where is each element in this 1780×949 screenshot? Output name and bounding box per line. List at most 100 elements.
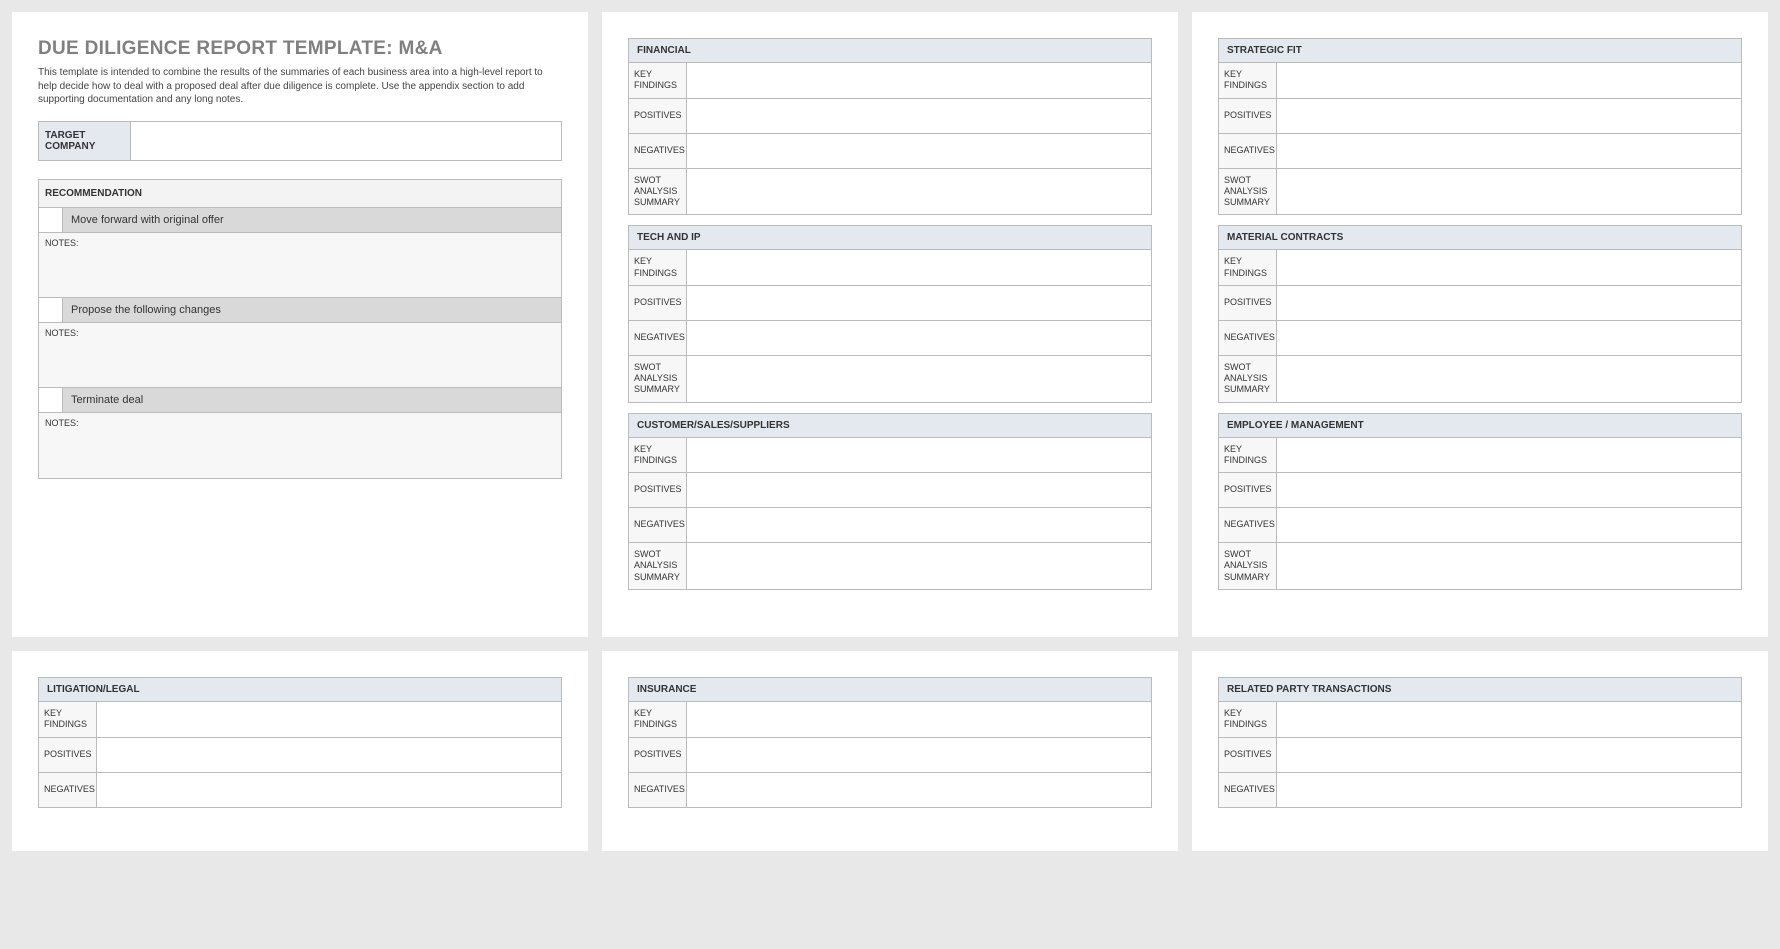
section-related-party-transactions: RELATED PARTY TRANSACTIONS KEY FINDINGS … (1218, 677, 1742, 808)
section-material-contracts: MATERIAL CONTRACTS KEY FINDINGS POSITIVE… (1218, 225, 1742, 402)
row-value[interactable] (97, 702, 561, 737)
target-company-label: TARGET COMPANY (39, 122, 131, 160)
target-company-row: TARGET COMPANY (38, 121, 562, 161)
notes-field[interactable] (39, 430, 561, 478)
page-sections-5: RELATED PARTY TRANSACTIONS KEY FINDINGS … (1192, 651, 1768, 851)
section-financial: FINANCIAL KEY FINDINGS POSITIVES NEGATIV… (628, 38, 1152, 215)
recommendation-option: Propose the following changes (39, 298, 561, 323)
row-value[interactable] (687, 356, 1151, 402)
section-header: FINANCIAL (629, 39, 1151, 63)
row-value[interactable] (1277, 169, 1741, 215)
row-label-key-findings: KEY FINDINGS (1219, 250, 1277, 285)
row-label-swot: SWOT ANALYSIS SUMMARY (629, 543, 687, 589)
row-label-negatives: NEGATIVES (1219, 773, 1277, 807)
row-value[interactable] (687, 543, 1151, 589)
row-label-negatives: NEGATIVES (629, 508, 687, 542)
row-value[interactable] (687, 286, 1151, 320)
row-label-key-findings: KEY FINDINGS (629, 63, 687, 98)
page-intro: DUE DILIGENCE REPORT TEMPLATE: M&A This … (12, 12, 588, 637)
page-sections-2: STRATEGIC FIT KEY FINDINGS POSITIVES NEG… (1192, 12, 1768, 637)
row-value[interactable] (1277, 356, 1741, 402)
row-label-positives: POSITIVES (1219, 99, 1277, 133)
recommendation-checkbox[interactable] (39, 208, 63, 232)
notes-field[interactable] (39, 250, 561, 298)
row-value[interactable] (687, 63, 1151, 98)
row-label-negatives: NEGATIVES (629, 773, 687, 807)
row-label-key-findings: KEY FINDINGS (39, 702, 97, 737)
row-value[interactable] (1277, 738, 1741, 772)
recommendation-option-label: Move forward with original offer (63, 208, 561, 232)
row-value[interactable] (97, 773, 561, 807)
recommendation-block: RECOMMENDATION Move forward with origina… (38, 179, 562, 479)
row-value[interactable] (1277, 250, 1741, 285)
recommendation-option: Terminate deal (39, 388, 561, 413)
row-value[interactable] (687, 134, 1151, 168)
section-header: RELATED PARTY TRANSACTIONS (1219, 678, 1741, 702)
intro-text: This template is intended to combine the… (38, 66, 562, 107)
section-header: INSURANCE (629, 678, 1151, 702)
row-label-negatives: NEGATIVES (1219, 134, 1277, 168)
section-header: TECH AND IP (629, 226, 1151, 250)
row-label-positives: POSITIVES (39, 738, 97, 772)
row-label-swot: SWOT ANALYSIS SUMMARY (1219, 543, 1277, 589)
row-value[interactable] (1277, 773, 1741, 807)
row-label-key-findings: KEY FINDINGS (629, 250, 687, 285)
row-value[interactable] (97, 738, 561, 772)
notes-label: NOTES: (39, 233, 561, 250)
notes-label: NOTES: (39, 323, 561, 340)
row-value[interactable] (687, 169, 1151, 215)
target-company-value[interactable] (131, 122, 561, 160)
row-value[interactable] (1277, 543, 1741, 589)
recommendation-checkbox[interactable] (39, 388, 63, 412)
row-value[interactable] (1277, 286, 1741, 320)
row-label-swot: SWOT ANALYSIS SUMMARY (1219, 356, 1277, 402)
row-value[interactable] (1277, 473, 1741, 507)
row-value[interactable] (1277, 99, 1741, 133)
section-header: EMPLOYEE / MANAGEMENT (1219, 414, 1741, 438)
row-value[interactable] (1277, 63, 1741, 98)
row-label-key-findings: KEY FINDINGS (1219, 702, 1277, 737)
row-value[interactable] (1277, 508, 1741, 542)
row-label-positives: POSITIVES (629, 286, 687, 320)
recommendation-option-label: Terminate deal (63, 388, 561, 412)
row-label-positives: POSITIVES (629, 473, 687, 507)
page-sections-3: LITIGATION/LEGAL KEY FINDINGS POSITIVES … (12, 651, 588, 851)
row-value[interactable] (687, 473, 1151, 507)
row-value[interactable] (687, 250, 1151, 285)
page-sections-4: INSURANCE KEY FINDINGS POSITIVES NEGATIV… (602, 651, 1178, 851)
recommendation-checkbox[interactable] (39, 298, 63, 322)
row-value[interactable] (687, 438, 1151, 473)
recommendation-option-label: Propose the following changes (63, 298, 561, 322)
row-value[interactable] (687, 508, 1151, 542)
row-value[interactable] (687, 321, 1151, 355)
row-label-positives: POSITIVES (1219, 473, 1277, 507)
page-sections-1: FINANCIAL KEY FINDINGS POSITIVES NEGATIV… (602, 12, 1178, 637)
row-value[interactable] (687, 702, 1151, 737)
row-value[interactable] (687, 738, 1151, 772)
row-label-negatives: NEGATIVES (39, 773, 97, 807)
row-value[interactable] (687, 773, 1151, 807)
document-title: DUE DILIGENCE REPORT TEMPLATE: M&A (38, 38, 562, 60)
notes-label: NOTES: (39, 413, 561, 430)
section-litigation-legal: LITIGATION/LEGAL KEY FINDINGS POSITIVES … (38, 677, 562, 808)
section-strategic-fit: STRATEGIC FIT KEY FINDINGS POSITIVES NEG… (1218, 38, 1742, 215)
row-label-swot: SWOT ANALYSIS SUMMARY (1219, 169, 1277, 215)
section-header: CUSTOMER/SALES/SUPPLIERS (629, 414, 1151, 438)
row-value[interactable] (1277, 321, 1741, 355)
row-value[interactable] (687, 99, 1151, 133)
section-tech-ip: TECH AND IP KEY FINDINGS POSITIVES NEGAT… (628, 225, 1152, 402)
row-value[interactable] (1277, 438, 1741, 473)
row-label-key-findings: KEY FINDINGS (1219, 438, 1277, 473)
row-value[interactable] (1277, 134, 1741, 168)
notes-field[interactable] (39, 340, 561, 388)
row-label-positives: POSITIVES (1219, 738, 1277, 772)
row-label-positives: POSITIVES (1219, 286, 1277, 320)
recommendation-option: Move forward with original offer (39, 208, 561, 233)
row-label-positives: POSITIVES (629, 738, 687, 772)
section-header: MATERIAL CONTRACTS (1219, 226, 1741, 250)
row-label-negatives: NEGATIVES (1219, 508, 1277, 542)
row-value[interactable] (1277, 702, 1741, 737)
row-label-key-findings: KEY FINDINGS (629, 702, 687, 737)
row-label-negatives: NEGATIVES (629, 321, 687, 355)
section-insurance: INSURANCE KEY FINDINGS POSITIVES NEGATIV… (628, 677, 1152, 808)
